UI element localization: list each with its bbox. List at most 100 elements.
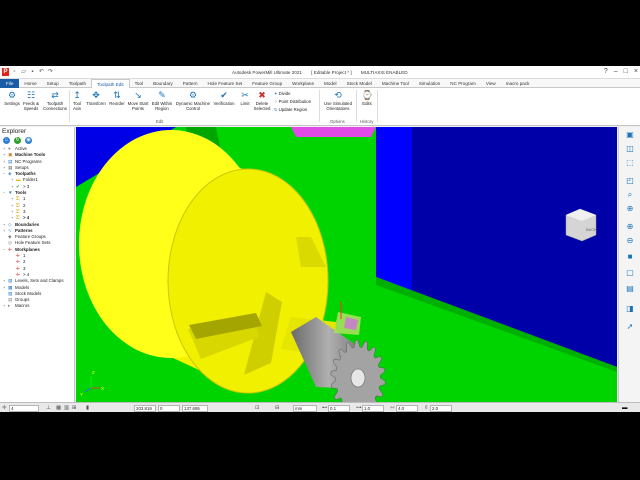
tab-feature-group[interactable]: Feature Group <box>247 79 287 88</box>
tab-macro-pack[interactable]: macro pack <box>501 79 535 88</box>
machine-column <box>376 127 412 292</box>
grid-icon[interactable]: ▦ <box>56 405 61 412</box>
tab-toolpath-edit[interactable]: Toolpath Edit <box>91 79 130 88</box>
save-icon[interactable]: ▪ <box>29 68 36 76</box>
divide-button[interactable]: ✦Divide <box>274 91 291 96</box>
tree-node[interactable]: + ▸ Macros <box>0 303 75 309</box>
workplane-icon: ✛ <box>2 404 7 411</box>
title-bar: P ▫ ▱ ▪ ↶ ↷ Autodesk PowerMill Ultimate … <box>0 66 640 79</box>
tab-machine-tool[interactable]: Machine Tool <box>377 79 414 88</box>
limit-button[interactable]: ✂ Limit <box>237 90 253 107</box>
explorer-refresh-icon[interactable]: ↻ <box>14 137 21 144</box>
dimensions-icon[interactable]: ▮ <box>86 405 89 412</box>
move-start-icon: ↘ <box>134 90 142 100</box>
new-icon[interactable]: ▫ <box>11 68 18 76</box>
tab-stock-model[interactable]: Stock Model <box>342 79 377 88</box>
tree-node-label: Macros <box>15 303 30 309</box>
verification-button[interactable]: ✔ Verification <box>211 90 237 107</box>
zoom-icon[interactable]: ⌕ <box>624 189 636 200</box>
transform-icon: ✥ <box>92 90 100 100</box>
edits-button[interactable]: ⌚ Edits <box>358 90 376 107</box>
lock-icon[interactable]: ⊡ <box>255 405 260 412</box>
move-start-points-button[interactable]: ↘ Move Start Points <box>126 90 150 112</box>
feeds-speeds-button[interactable]: ☷ Feeds & Speeds <box>21 90 41 112</box>
zoom-out-icon[interactable]: ⊖ <box>624 235 636 246</box>
dynamic-machine-control-button[interactable]: ⚙ Dynamic Machine Control <box>174 90 212 112</box>
undo-icon[interactable]: ↶ <box>38 68 45 76</box>
minimize-icon[interactable]: – <box>614 67 618 77</box>
coord-y-field[interactable]: 0 <box>158 404 180 412</box>
tab-view[interactable]: View <box>481 79 501 88</box>
stepdown-field[interactable]: 2.0 <box>430 404 452 412</box>
tolerance-field[interactable]: 0.1 <box>328 404 350 412</box>
stepover-field[interactable]: 4.0 <box>396 404 418 412</box>
tolerance-icon: ⊷ <box>322 404 328 411</box>
settings-button[interactable]: ⚙ Settings <box>2 90 22 107</box>
tab-pattern[interactable]: Pattern <box>178 79 203 88</box>
coord-x-field[interactable]: 203.819 <box>134 404 156 412</box>
view-front-icon[interactable]: ◫ <box>624 143 636 154</box>
ortho-icon[interactable]: ⊞ <box>72 405 77 412</box>
graphics-viewport[interactable]: BACK X Z Y <box>76 127 617 402</box>
workplane-select[interactable]: 4 <box>9 404 39 412</box>
ribbon-tabs: File Home Setup Toolpath Toolpath Edit Tool Bo… <box>0 79 640 88</box>
tab-nc-program[interactable]: NC Program <box>445 79 481 88</box>
viewcube-label: BACK <box>586 227 597 232</box>
thickness-field[interactable]: 1.0 <box>362 404 384 412</box>
view-shaded-icon[interactable]: ⬚ <box>624 157 636 168</box>
zoom-box-icon[interactable]: ⊕ <box>624 203 636 214</box>
history-group-label: History <box>360 119 374 124</box>
edit-within-region-button[interactable]: ✎ Edit Within Region <box>150 90 174 112</box>
open-icon[interactable]: ▱ <box>20 68 27 76</box>
explorer-browse-icon[interactable]: ◉ <box>25 137 32 144</box>
delete-selected-button[interactable]: ✖ Delete Selected <box>252 90 272 112</box>
axis-icon: ⊥ <box>46 404 51 411</box>
help-icon[interactable]: ? <box>604 67 608 77</box>
zoom-in-icon[interactable]: ⊕ <box>624 221 636 232</box>
tab-hole-feature-set[interactable]: Hole Feature Set <box>203 79 248 88</box>
maximize-icon[interactable]: □ <box>624 67 628 77</box>
snap-icon[interactable]: ▥ <box>64 405 69 412</box>
tab-boundary[interactable]: Boundary <box>148 79 178 88</box>
verification-icon: ✔ <box>220 90 228 100</box>
update-region-button[interactable]: ↻Update Region <box>274 107 307 112</box>
coord-z-field[interactable]: 137.695 <box>182 404 208 412</box>
tab-simulation[interactable]: Simulation <box>414 79 445 88</box>
tab-tool[interactable]: Tool <box>130 79 148 88</box>
tree-node-icon: ▸ <box>8 303 11 309</box>
settings-icon: ⚙ <box>7 90 17 100</box>
tab-setup[interactable]: Setup <box>42 79 64 88</box>
toolpath-connections-button[interactable]: ⇄ Toolpath Connections <box>41 90 69 112</box>
dynamic-control-icon: ⚙ <box>188 90 198 100</box>
powermill-window: P ▫ ▱ ▪ ↶ ↷ Autodesk PowerMill Ultimate … <box>0 66 640 412</box>
units-field[interactable]: mm <box>293 404 317 412</box>
expand-toggle-icon[interactable]: + <box>3 303 5 309</box>
wireframe-cube-icon[interactable]: ▢ <box>624 267 636 278</box>
view-iso-icon[interactable]: ▣ <box>624 129 636 140</box>
tab-home[interactable]: Home <box>19 79 41 88</box>
reorder-button[interactable]: ⇅ Reorder <box>107 90 127 107</box>
measure-icon[interactable]: ⊟ <box>275 405 280 412</box>
powermill-logo-icon[interactable]: P <box>2 68 9 76</box>
point-distribution-button[interactable]: ⁘Point Distribution <box>274 99 311 104</box>
select-icon[interactable]: ➚ <box>624 321 636 332</box>
spindle-head <box>291 127 376 137</box>
fullscreen-icon[interactable]: ▬ <box>622 405 628 412</box>
gear-bore <box>350 368 366 388</box>
thickness-icon: ⊶ <box>356 404 362 411</box>
tab-workplane[interactable]: Workplane <box>287 79 319 88</box>
tab-model[interactable]: Model <box>319 79 342 88</box>
close-icon[interactable]: × <box>634 67 638 77</box>
shaded-cube-icon[interactable]: ■ <box>624 251 636 262</box>
stock-icon[interactable]: ▤ <box>624 283 636 294</box>
tab-file[interactable]: File <box>0 79 20 88</box>
transform-button[interactable]: ✥ Transform <box>85 90 107 107</box>
tab-toolpath[interactable]: Toolpath <box>64 79 91 88</box>
app-title: Autodesk PowerMill Ultimate 2021 <box>232 70 302 75</box>
explorer-home-icon[interactable]: ⌂ <box>3 137 10 144</box>
toggle-icon[interactable]: ◨ <box>624 303 636 314</box>
view-top-icon[interactable]: ◰ <box>624 175 636 186</box>
use-simulated-orientations-button[interactable]: ⟲ Use Simulated Orientations <box>321 90 355 112</box>
redo-icon[interactable]: ↷ <box>47 68 54 76</box>
tool-axis-button[interactable]: ↥ Tool Axis <box>70 90 84 112</box>
